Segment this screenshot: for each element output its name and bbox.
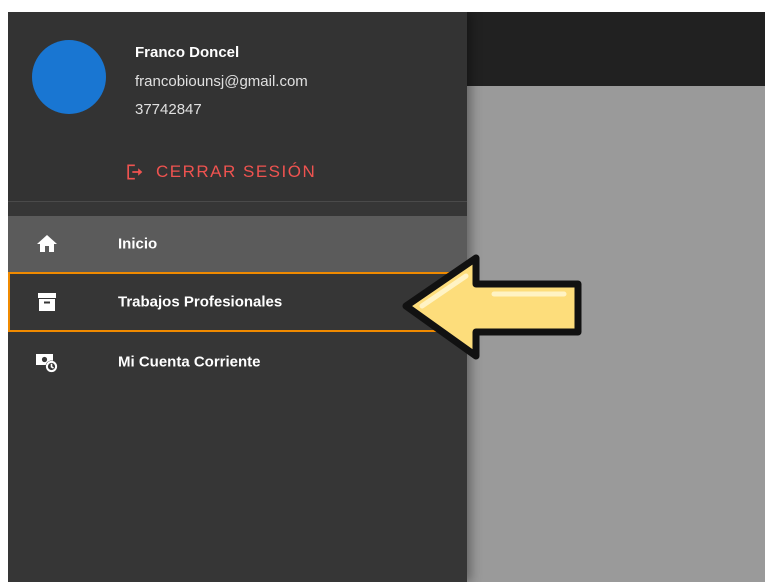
nav-menu: Inicio Trabajos Profesionales Mi Cuenta …: [8, 216, 467, 392]
avatar[interactable]: [32, 40, 106, 114]
user-name: Franco Doncel: [135, 44, 240, 61]
user-id-number: 37742847: [135, 101, 202, 118]
nav-item-label: Inicio: [118, 235, 158, 253]
nav-item-mi-cuenta-corriente[interactable]: Mi Cuenta Corriente: [8, 332, 467, 392]
user-profile-header: Franco Doncel francobiounsj@gmail.com 37…: [8, 12, 467, 202]
money-clock-icon: [35, 350, 59, 374]
archive-box-icon: [35, 290, 59, 314]
app-screen: Franco Doncel francobiounsj@gmail.com 37…: [8, 12, 765, 582]
logout-icon: [124, 162, 144, 182]
home-icon: [35, 232, 59, 256]
nav-item-trabajos-profesionales[interactable]: Trabajos Profesionales: [8, 272, 467, 332]
logout-button[interactable]: CERRAR SESIÓN: [124, 158, 316, 186]
logout-label: CERRAR SESIÓN: [156, 162, 317, 181]
nav-item-inicio[interactable]: Inicio: [8, 216, 467, 272]
user-email: francobiounsj@gmail.com: [135, 73, 308, 90]
nav-item-label: Trabajos Profesionales: [118, 293, 283, 311]
nav-item-label: Mi Cuenta Corriente: [118, 353, 261, 371]
navigation-drawer: Franco Doncel francobiounsj@gmail.com 37…: [8, 12, 467, 582]
pointer-arrow-icon: [402, 254, 582, 360]
